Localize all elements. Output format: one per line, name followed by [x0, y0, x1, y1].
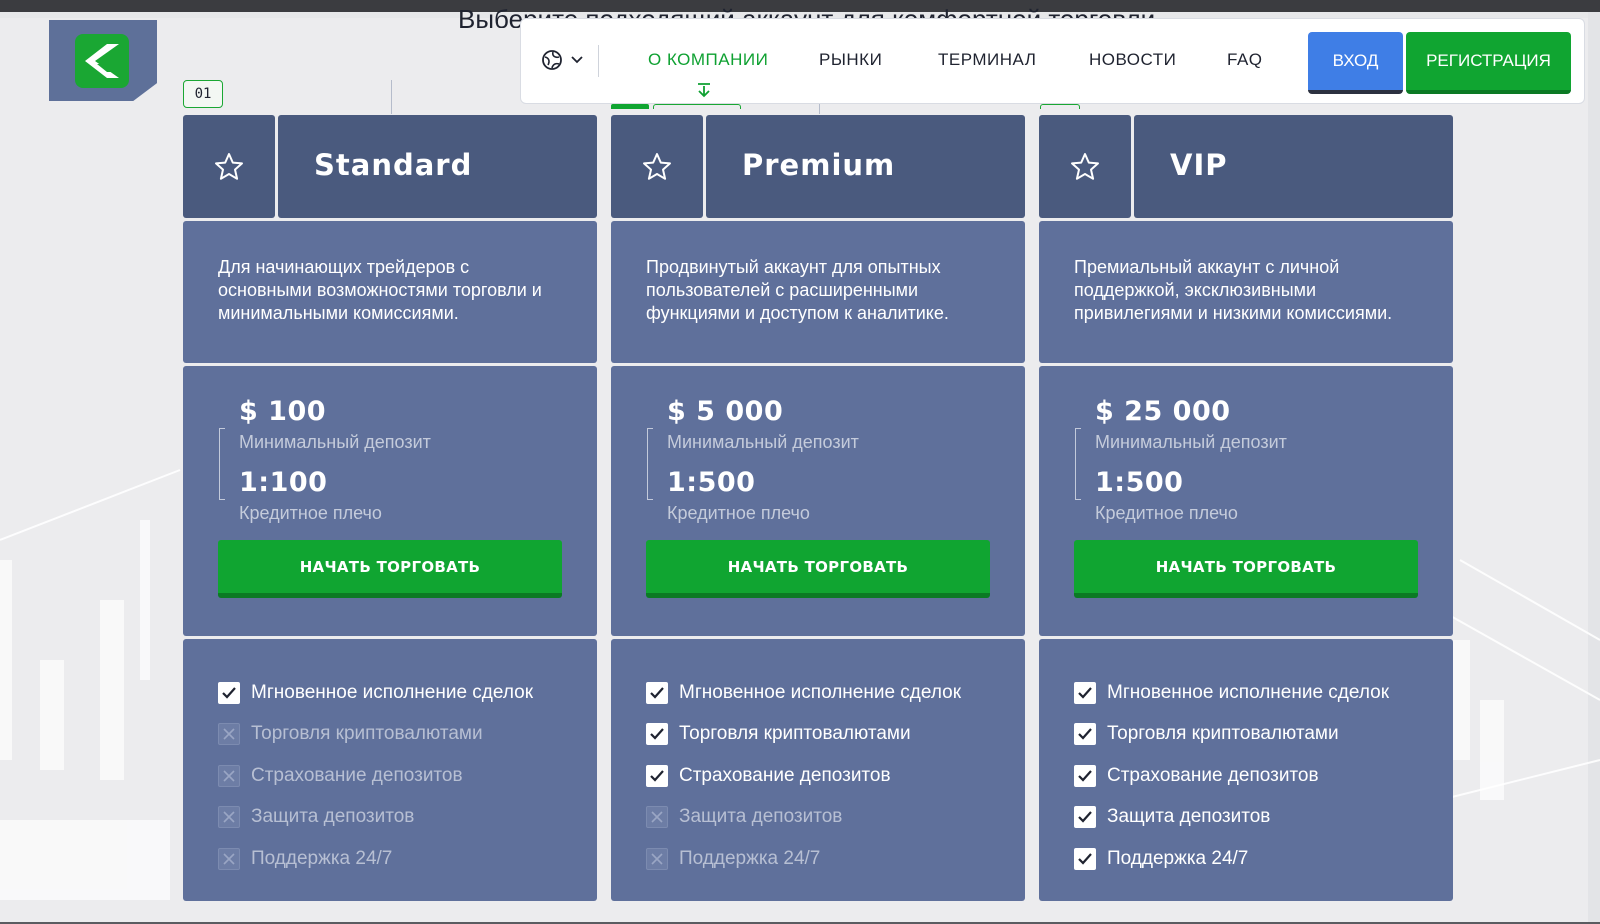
deposit-label: Минимальный депозит: [667, 432, 859, 452]
nav-item-terminal[interactable]: ТЕРМИНАЛ: [938, 50, 1036, 70]
decor-line: [819, 104, 820, 114]
check-icon: [1074, 806, 1096, 829]
feature-item: Торговля криптовалютами: [646, 714, 1025, 756]
star-icon: [643, 153, 671, 180]
star-icon: [1071, 153, 1099, 180]
nav-item-about[interactable]: О КОМПАНИИ: [648, 50, 768, 70]
plan-card-standard: Standard Для начинающих трейдеров с осно…: [183, 115, 597, 901]
nav-divider: [598, 45, 599, 77]
start-trading-button[interactable]: НАЧАТЬ ТОРГОВАТЬ: [646, 540, 990, 598]
register-button[interactable]: РЕГИСТРАЦИЯ: [1406, 32, 1571, 94]
plan-description: Премиальный аккаунт с личной поддержкой,…: [1039, 221, 1453, 363]
favorite-star-button[interactable]: [1039, 115, 1131, 218]
deposit-value: $ 100: [239, 396, 327, 427]
plan-card-vip: VIP Премиальный аккаунт с личной поддерж…: [1039, 115, 1453, 901]
feature-item: Поддержка 24/7: [646, 838, 1025, 880]
login-button[interactable]: ВХОД: [1308, 32, 1403, 94]
leverage-label: Кредитное плечо: [1095, 503, 1238, 523]
plan-description: Продвинутый аккаунт для опытных пользова…: [611, 221, 1025, 363]
leverage-value: 1:100: [239, 467, 328, 498]
step-badge: 01: [183, 80, 223, 108]
check-icon: [1074, 723, 1096, 746]
check-icon: [1074, 847, 1096, 870]
deposit-value: $ 5 000: [667, 396, 784, 427]
favorite-star-button[interactable]: [183, 115, 275, 218]
check-icon: [218, 681, 240, 704]
plan-name: Premium: [706, 115, 1025, 218]
logo[interactable]: [49, 20, 157, 101]
feature-item: Защита депозитов: [218, 797, 597, 839]
nav-item-news[interactable]: НОВОСТИ: [1089, 50, 1176, 70]
plan-name: VIP: [1134, 115, 1453, 218]
deposit-value: $ 25 000: [1095, 396, 1231, 427]
feature-item: Торговля криптовалютами: [1074, 714, 1453, 756]
leverage-value: 1:500: [667, 467, 756, 498]
plan-name: Standard: [278, 115, 597, 218]
feature-item: Защита депозитов: [1074, 797, 1453, 839]
feature-list: Мгновенное исполнение сделок Торговля кр…: [183, 639, 597, 901]
deposit-label: Минимальный депозит: [239, 432, 431, 452]
top-navigation: О КОМПАНИИ РЫНКИ ТЕРМИНАЛ НОВОСТИ FAQ ВХ…: [520, 18, 1585, 104]
globe-icon: [542, 50, 562, 70]
scrollbar[interactable]: [1588, 12, 1600, 924]
decor-tab: [611, 104, 649, 109]
check-icon: [646, 723, 668, 746]
stats-bracket: [1075, 428, 1081, 500]
decor-line: [391, 80, 392, 114]
decor-tab: [653, 104, 741, 109]
check-icon: [646, 764, 668, 787]
feature-item: Мгновенное исполнение сделок: [1074, 672, 1453, 714]
plan-stats: $ 25 000 Минимальный депозит 1:500 Креди…: [1039, 366, 1453, 636]
start-trading-button[interactable]: НАЧАТЬ ТОРГОВАТЬ: [218, 540, 562, 598]
cross-icon: [218, 723, 240, 746]
feature-item: Защита депозитов: [646, 797, 1025, 839]
feature-list: Мгновенное исполнение сделок Торговля кр…: [611, 639, 1025, 901]
check-icon: [1074, 764, 1096, 787]
stats-bracket: [219, 428, 225, 500]
feature-item: Страхование депозитов: [646, 755, 1025, 797]
stats-bracket: [647, 428, 653, 500]
plan-stats: $ 5 000 Минимальный депозит 1:500 Кредит…: [611, 366, 1025, 636]
leverage-label: Кредитное плечо: [667, 503, 810, 523]
language-selector[interactable]: [541, 49, 583, 71]
deposit-label: Минимальный депозит: [1095, 432, 1287, 452]
check-icon: [646, 681, 668, 704]
favorite-star-button[interactable]: [611, 115, 703, 218]
check-icon: [1074, 681, 1096, 704]
feature-item: Поддержка 24/7: [218, 838, 597, 880]
start-trading-button[interactable]: НАЧАТЬ ТОРГОВАТЬ: [1074, 540, 1418, 598]
feature-item: Страхование депозитов: [1074, 755, 1453, 797]
leverage-label: Кредитное плечо: [239, 503, 382, 523]
nav-item-markets[interactable]: РЫНКИ: [819, 50, 882, 70]
feature-item: Мгновенное исполнение сделок: [218, 672, 597, 714]
feature-list: Мгновенное исполнение сделок Торговля кр…: [1039, 639, 1453, 901]
decor-tab: [1040, 104, 1080, 109]
feature-item: Страхование депозитов: [218, 755, 597, 797]
cross-icon: [218, 806, 240, 829]
cross-icon: [646, 806, 668, 829]
plan-stats: $ 100 Минимальный депозит 1:100 Кредитно…: [183, 366, 597, 636]
star-icon: [215, 153, 243, 180]
nav-item-faq[interactable]: FAQ: [1227, 50, 1263, 70]
chevron-down-icon: [571, 56, 583, 64]
arrow-logo-icon: [75, 34, 129, 88]
feature-item: Торговля криптовалютами: [218, 714, 597, 756]
plan-description: Для начинающих трейдеров с основными воз…: [183, 221, 597, 363]
cross-icon: [646, 847, 668, 870]
leverage-value: 1:500: [1095, 467, 1184, 498]
cross-icon: [218, 764, 240, 787]
cross-icon: [218, 847, 240, 870]
feature-item: Мгновенное исполнение сделок: [646, 672, 1025, 714]
plan-card-premium: Premium Продвинутый аккаунт для опытных …: [611, 115, 1025, 901]
arrow-down-icon: [698, 83, 710, 98]
feature-item: Поддержка 24/7: [1074, 838, 1453, 880]
